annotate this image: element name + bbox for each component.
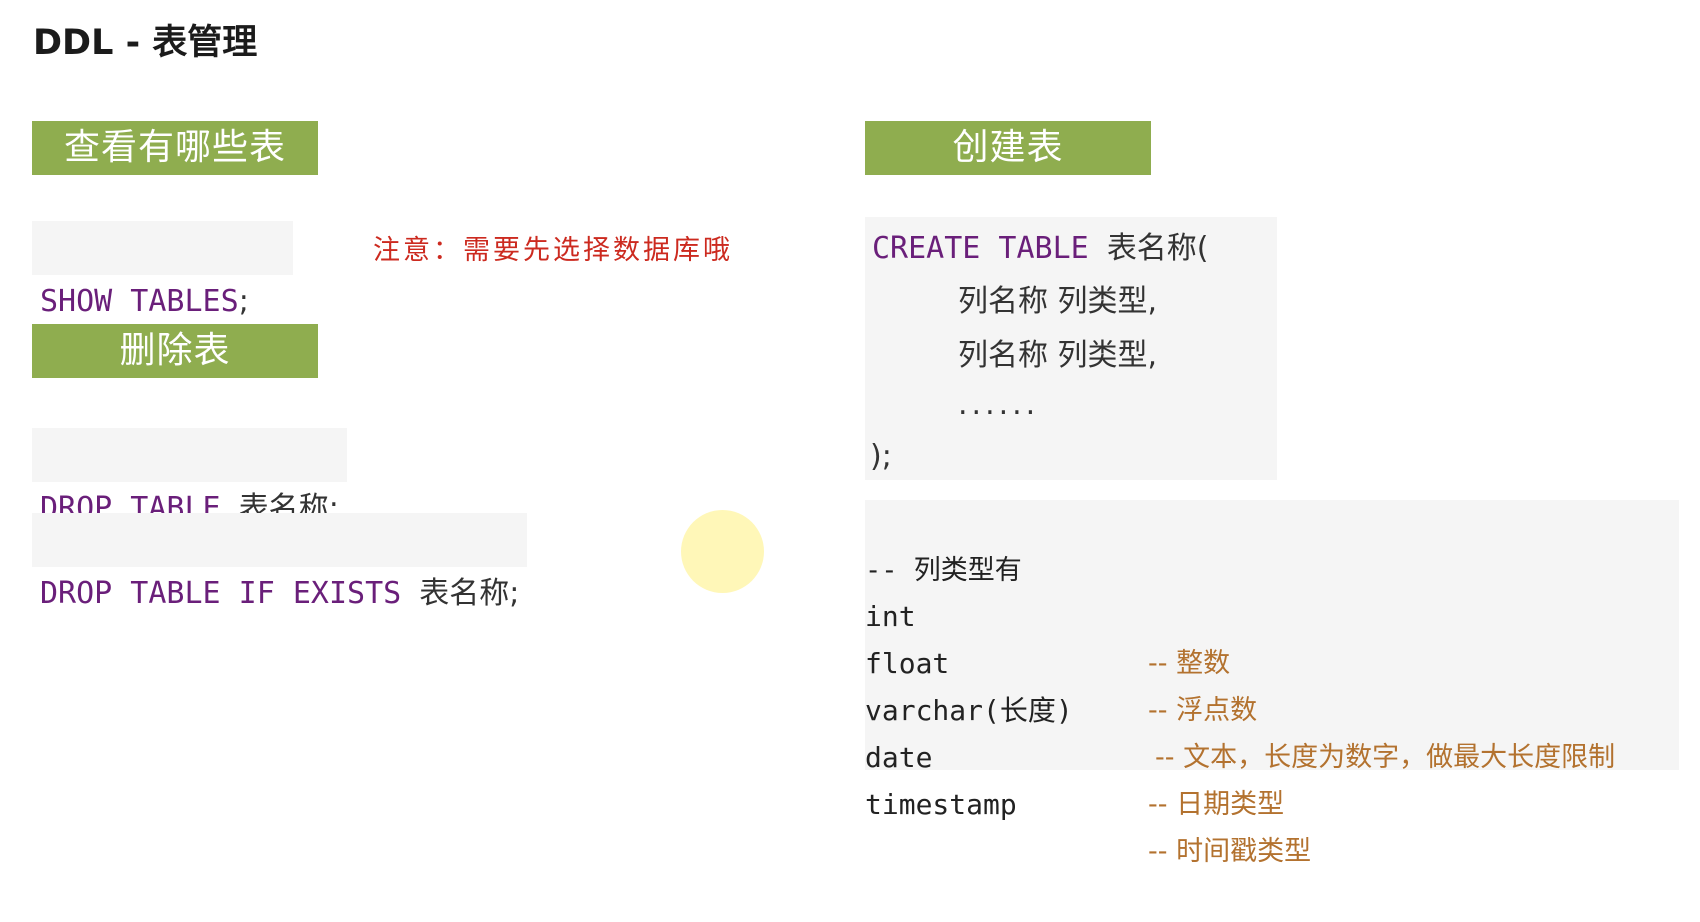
type-comment: -- 时间戳类型 [1148, 836, 1312, 867]
create-closing: ); [870, 439, 892, 474]
column-types-header-row: -- 列类型有 [865, 500, 1679, 586]
sql-semicolon: ; [238, 284, 249, 319]
code-create-table: CREATE TABLE 表名称( 列名称 列类型, 列名称 列类型, ....… [865, 217, 1277, 480]
type-name: timestamp [865, 788, 1017, 821]
cursor-highlight [681, 510, 764, 593]
sql-table-name: 表名称( [1106, 231, 1209, 266]
create-column-line: 列名称 列类型, [958, 338, 1158, 373]
list-item: int -- 整数 [865, 546, 1679, 679]
note-select-database: 注意：需要先选择数据库哦 [373, 235, 733, 266]
section-tag-show-tables: 查看有哪些表 [32, 121, 318, 175]
list-item: timestamp -- 时间戳类型 [865, 734, 1679, 867]
list-item: float -- 浮点数 [865, 593, 1679, 726]
list-item: date -- 日期类型 [865, 687, 1679, 820]
page-title: DDL - 表管理 [33, 23, 258, 63]
sql-table-name: 表名称 [419, 576, 510, 611]
create-header-line: CREATE TABLE 表名称( [872, 223, 1209, 267]
code-show-tables: SHOW TABLES; [32, 221, 293, 319]
section-tag-create-table: 创建表 [865, 121, 1151, 175]
sql-semicolon: ; [509, 576, 520, 611]
list-item: varchar(长度) -- 文本，长度为数字，做最大长度限制 [865, 640, 1679, 773]
sql-keyword: CREATE TABLE [872, 231, 1089, 266]
code-drop-table: DROP TABLE 表名称; [32, 428, 347, 526]
section-tag-drop-table: 删除表 [32, 324, 318, 378]
sql-keyword: SHOW TABLES [40, 284, 239, 319]
type-comment: -- 日期类型 [1148, 789, 1285, 820]
code-drop-table-if-exists: DROP TABLE IF EXISTS 表名称; [32, 513, 528, 611]
create-column-line: 列名称 列类型, [958, 284, 1158, 319]
sql-keyword: DROP TABLE IF EXISTS [40, 576, 402, 611]
create-ellipsis: ...... [958, 387, 1040, 422]
column-types-list: -- 列类型有 int -- 整数 float -- 浮点数 varchar(长… [865, 500, 1679, 867]
